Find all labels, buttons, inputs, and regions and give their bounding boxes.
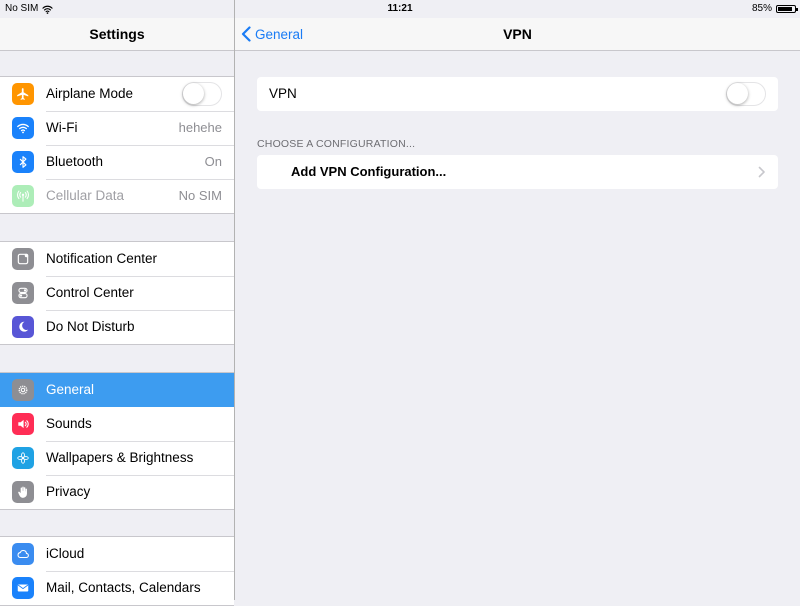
cloud-icon	[12, 543, 34, 565]
sidebar-item-wallpapers-brightness[interactable]: Wallpapers & Brightness	[0, 441, 234, 475]
battery-percentage: 85%	[751, 3, 772, 14]
cellular-status-value: No SIM	[178, 188, 222, 203]
back-button-label: General	[255, 26, 304, 42]
sidebar-item-general[interactable]: General	[0, 373, 234, 407]
sidebar-item-label: General	[46, 382, 95, 397]
sidebar-item-label: Wallpapers & Brightness	[46, 450, 194, 465]
sidebar-item-label: iCloud	[46, 546, 85, 561]
sidebar-title: Settings	[89, 26, 145, 42]
sidebar-item-control-center[interactable]: Control Center	[0, 276, 234, 310]
speaker-icon	[12, 413, 34, 435]
sidebar-item-wifi[interactable]: Wi-Fi hehehe	[0, 111, 234, 145]
sidebar-item-label: Airplane Mode	[46, 86, 134, 101]
wallpaper-icon	[12, 447, 34, 469]
vpn-label: VPN	[269, 86, 297, 101]
sidebar-item-bluetooth[interactable]: Bluetooth On	[0, 145, 234, 179]
sidebar-item-airplane-mode[interactable]: Airplane Mode	[0, 77, 234, 111]
sidebar-item-label: Notification Center	[46, 251, 158, 266]
gear-icon	[12, 379, 34, 401]
sidebar-item-cellular-data[interactable]: Cellular Data No SIM	[0, 179, 234, 213]
settings-sidebar: Settings Airplane Mode Wi-Fi hehehe Blue…	[0, 0, 235, 606]
sidebar-item-label: Sounds	[46, 416, 92, 431]
clock: 11:21	[387, 3, 413, 14]
settings-group-accounts: iCloud Mail, Contacts, Calendars	[0, 536, 234, 606]
notification-center-icon	[12, 248, 34, 270]
cellular-icon	[12, 185, 34, 207]
sidebar-item-privacy[interactable]: Privacy	[0, 475, 234, 509]
bluetooth-icon	[12, 151, 34, 173]
hand-icon	[12, 481, 34, 503]
sidebar-item-label: Cellular Data	[46, 188, 125, 203]
wifi-icon	[12, 117, 34, 139]
settings-group-notifications: Notification Center Control Center Do No…	[0, 241, 234, 345]
section-header-configuration: CHOOSE A CONFIGURATION...	[257, 138, 416, 150]
sidebar-item-label: Do Not Disturb	[46, 319, 135, 334]
battery-icon	[776, 5, 798, 13]
add-vpn-configuration-row[interactable]: Add VPN Configuration...	[257, 155, 778, 189]
mail-icon	[12, 577, 34, 599]
sidebar-item-do-not-disturb[interactable]: Do Not Disturb	[0, 310, 234, 344]
detail-nav-bar: VPN General	[235, 18, 800, 51]
settings-group-general: General Sounds Wallpapers & Brightness P…	[0, 372, 234, 510]
sidebar-item-label: Bluetooth	[46, 154, 104, 169]
sidebar-item-label: Privacy	[46, 484, 91, 499]
back-button[interactable]: General	[241, 18, 303, 50]
bluetooth-status-value: On	[204, 154, 222, 169]
chevron-right-icon	[758, 166, 765, 178]
sidebar-nav-bar: Settings	[0, 18, 234, 51]
page-title: VPN	[503, 26, 532, 42]
sidebar-item-sounds[interactable]: Sounds	[0, 407, 234, 441]
vpn-toggle[interactable]	[726, 82, 766, 106]
wifi-network-value: hehehe	[178, 120, 222, 135]
sidebar-item-label: Wi-Fi	[46, 120, 78, 135]
sidebar-item-notification-center[interactable]: Notification Center	[0, 242, 234, 276]
status-bar: No SIM 11:21 85%	[0, 0, 800, 18]
airplane-mode-toggle[interactable]	[182, 82, 222, 106]
moon-icon	[12, 316, 34, 338]
airplane-icon	[12, 83, 34, 105]
vpn-toggle-row: VPN	[257, 77, 778, 111]
sidebar-item-icloud[interactable]: iCloud	[0, 537, 234, 571]
control-center-icon	[12, 282, 34, 304]
chevron-left-icon	[241, 26, 251, 42]
add-vpn-configuration-label: Add VPN Configuration...	[291, 164, 447, 179]
settings-group-connectivity: Airplane Mode Wi-Fi hehehe Bluetooth On …	[0, 76, 234, 214]
sidebar-item-label: Control Center	[46, 285, 134, 300]
